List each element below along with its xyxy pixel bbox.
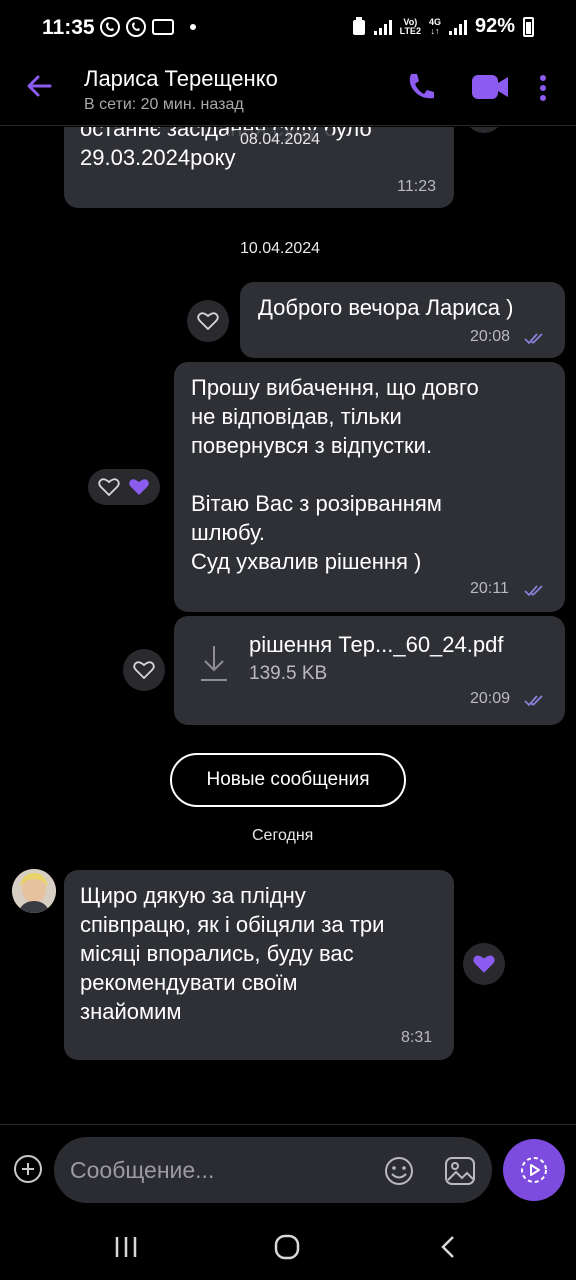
read-ticks-icon xyxy=(524,333,543,345)
file-size: 139.5 KB xyxy=(249,663,328,684)
message-time: 20:08 xyxy=(470,328,511,345)
emoji-icon[interactable] xyxy=(384,1156,414,1186)
status-time: 11:35 xyxy=(42,16,95,39)
status-notification-icons xyxy=(100,17,196,37)
reactions-pill[interactable] xyxy=(88,469,160,505)
chat-header: Лариса Терещенко В сети: 20 мин. назад xyxy=(0,56,576,126)
home-icon[interactable] xyxy=(274,1234,300,1260)
contact-avatar[interactable] xyxy=(12,869,56,913)
battery-percent: 92% xyxy=(474,15,515,37)
file-message[interactable]: рішення Тер..._60_24.pdf 139.5 KB 20:09 xyxy=(174,616,565,725)
signal-2-icon xyxy=(448,19,467,35)
message-time: 8:31 xyxy=(401,1029,433,1046)
battery-icon xyxy=(523,16,534,37)
video-camera-icon[interactable] xyxy=(470,72,510,107)
signal-1-icon xyxy=(373,19,392,35)
record-video-button[interactable] xyxy=(503,1139,565,1201)
date-separator-today: Сегодня xyxy=(252,827,314,844)
file-name[interactable]: рішення Тер..._60_24.pdf xyxy=(249,632,503,658)
reaction-button[interactable] xyxy=(464,127,504,133)
phone-icon[interactable] xyxy=(406,70,436,107)
heart-reaction-button[interactable] xyxy=(463,943,505,985)
message-outgoing[interactable]: Прошу вибачення, що довго не відповідав,… xyxy=(174,362,565,612)
compose-bar xyxy=(0,1124,576,1214)
more-notifications-dot xyxy=(190,24,196,30)
message-time: 20:09 xyxy=(470,690,511,707)
download-icon[interactable] xyxy=(198,644,230,684)
back-nav-icon[interactable] xyxy=(439,1235,457,1259)
more-vertical-icon[interactable] xyxy=(538,74,548,107)
heart-filled-icon xyxy=(473,955,495,973)
read-ticks-icon xyxy=(524,585,543,597)
voicemail-icon xyxy=(152,19,174,35)
message-input[interactable] xyxy=(70,1137,370,1203)
heart-outline-icon[interactable] xyxy=(98,477,120,497)
missed-call-icon xyxy=(100,17,120,37)
message-input-container[interactable] xyxy=(54,1137,492,1203)
message-text: Доброго вечора Лариса ) xyxy=(258,295,514,320)
heart-filled-icon[interactable] xyxy=(128,477,150,497)
message-text: Щиро дякую за плідну співпрацю, як і обі… xyxy=(80,883,385,1024)
video-message-icon xyxy=(521,1157,547,1183)
heart-outline-icon xyxy=(133,661,155,680)
message-text: Прошу вибачення, що довго не відповідав,… xyxy=(191,375,479,574)
message-time: 11:23 xyxy=(397,178,436,195)
recent-apps-icon[interactable] xyxy=(114,1236,138,1258)
back-arrow-icon[interactable] xyxy=(24,70,56,102)
status-bar: 11:35 Vo) LTE2 4G ↓↑ 92% xyxy=(0,0,576,56)
call-icon xyxy=(126,17,146,37)
status-right: Vo) LTE2 4G ↓↑ 92% xyxy=(352,15,534,38)
plus-icon[interactable] xyxy=(14,1155,42,1183)
contact-name[interactable]: Лариса Терещенко xyxy=(84,66,278,92)
heart-outline-icon xyxy=(197,312,219,331)
floating-date: 08.04.2024 xyxy=(226,130,335,150)
system-nav-bar xyxy=(0,1214,576,1280)
message-time: 20:11 xyxy=(470,580,509,597)
message-list[interactable]: останнє засідання суду було 29.03.2024ро… xyxy=(0,127,576,1124)
nfc-icon xyxy=(352,16,365,35)
read-ticks-icon xyxy=(524,695,543,707)
gallery-icon[interactable] xyxy=(444,1156,476,1186)
message-outgoing[interactable]: Доброго вечора Лариса ) 20:08 xyxy=(240,282,565,358)
heart-reaction-button[interactable] xyxy=(187,300,229,342)
heart-reaction-button[interactable] xyxy=(123,649,165,691)
network-type: 4G ↓↑ xyxy=(428,16,441,36)
volte-label: Vo) LTE2 xyxy=(399,16,421,36)
message-incoming[interactable]: Щиро дякую за плідну співпрацю, як і обі… xyxy=(64,870,454,1060)
new-messages-button[interactable]: Новые сообщения xyxy=(170,753,406,807)
date-separator: 10.04.2024 xyxy=(240,240,321,257)
contact-status: В сети: 20 мин. назад xyxy=(84,96,244,113)
